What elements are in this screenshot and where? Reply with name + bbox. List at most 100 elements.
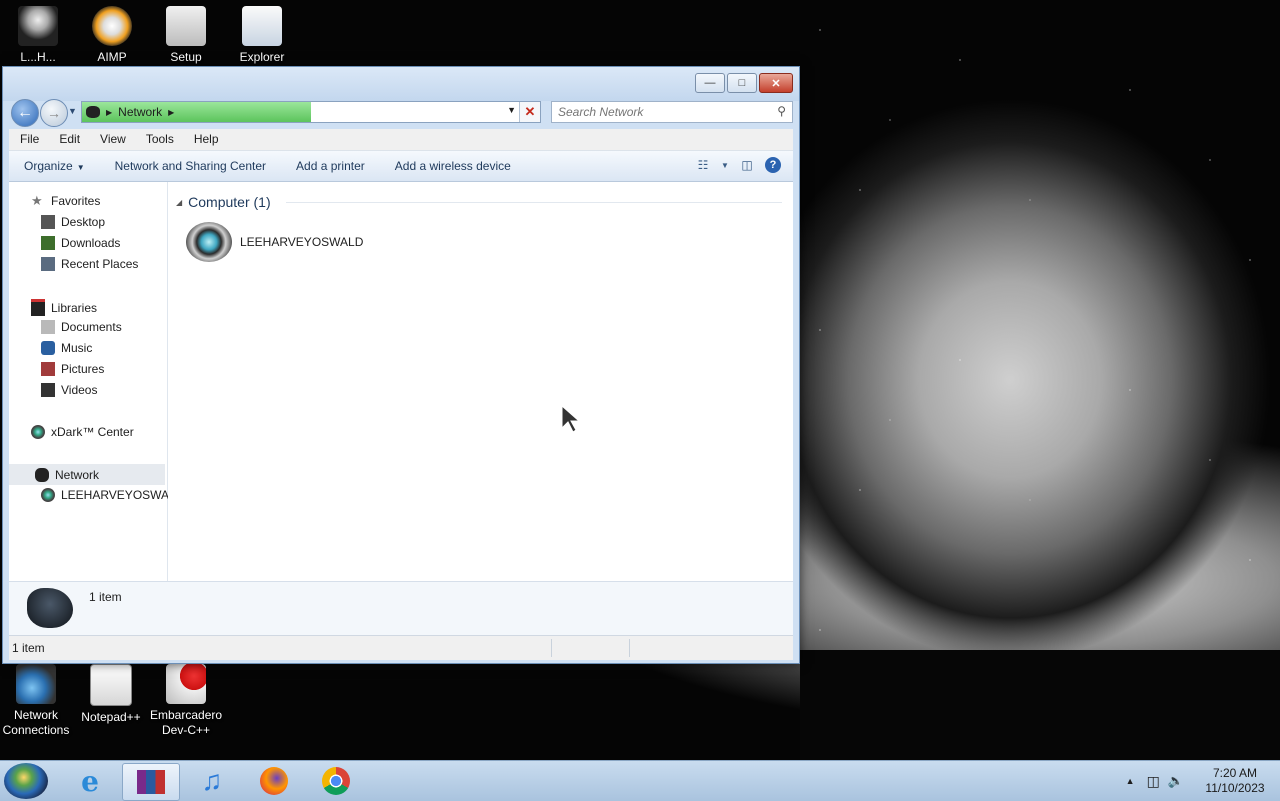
computer-name: LEEHARVEYOSWALD (240, 235, 364, 249)
add-wireless-device-button[interactable]: Add a wireless device (380, 159, 526, 173)
recent-places-icon (41, 257, 55, 271)
nav-libraries[interactable]: Libraries (31, 299, 97, 316)
desktop-folder-icon (41, 215, 55, 229)
winrar-icon (137, 770, 165, 794)
menu-help[interactable]: Help (183, 129, 228, 150)
computer-icon (41, 488, 55, 502)
help-icon[interactable]: ? (765, 157, 781, 173)
status-item-count: 1 item (12, 641, 45, 655)
forward-button[interactable]: → (40, 99, 68, 127)
group-header[interactable]: ◢ Computer (1) (176, 194, 271, 210)
network-icon (35, 467, 49, 482)
desktop-icon-explorer[interactable]: Explorer (226, 6, 298, 65)
organize-button[interactable]: Organize ▼ (9, 159, 100, 173)
back-button[interactable]: ← (11, 99, 39, 127)
search-icon[interactable]: ⚲ (777, 104, 786, 118)
navigation-pane: ★ Favorites Desktop Downloads Recent Pla… (9, 182, 184, 581)
desktop-icon-aimp[interactable]: AIMP (76, 6, 148, 65)
breadcrumb-chevron-icon[interactable]: ▶ (168, 108, 174, 117)
desktop-icon-setup[interactable]: Setup (150, 6, 222, 65)
star-icon: ★ (31, 193, 43, 208)
menu-tools[interactable]: Tools (135, 129, 183, 150)
add-printer-button[interactable]: Add a printer (281, 159, 380, 173)
devcpp-icon (166, 664, 206, 704)
menu-edit[interactable]: Edit (48, 129, 89, 150)
volume-muted-icon[interactable]: 🔈 (1168, 773, 1184, 789)
network-status-icon[interactable]: ◫ (1147, 773, 1160, 790)
horizon-ground (800, 650, 1280, 760)
start-button[interactable] (4, 763, 48, 799)
taskbar-winrar[interactable] (122, 763, 180, 801)
title-bar[interactable]: — □ ✕ (3, 67, 799, 101)
address-bar[interactable]: ▶ Network ▶ ▼ ✕ (81, 101, 541, 123)
clock[interactable]: 7:20 AM 11/10/2023 (1190, 766, 1280, 796)
taskbar-firefox[interactable] (246, 763, 302, 799)
stop-loading-button[interactable]: ✕ (519, 102, 540, 122)
internet-explorer-icon: e (81, 764, 99, 798)
taskbar-chrome[interactable] (308, 763, 364, 799)
nav-pictures[interactable]: Pictures (41, 362, 104, 376)
content-pane[interactable]: ◢ Computer (1) LEEHARVEYOSWALD (168, 182, 793, 581)
nav-desktop[interactable]: Desktop (41, 215, 105, 229)
breadcrumb-separator-icon[interactable]: ▶ (106, 108, 112, 117)
libraries-icon (31, 299, 45, 316)
back-arrow-icon: ← (17, 104, 33, 121)
change-view-icon[interactable]: ☷ (695, 157, 711, 173)
menu-file[interactable]: File (9, 129, 48, 150)
recent-pages-dropdown[interactable]: ▼ (68, 106, 77, 116)
breadcrumb-network[interactable]: Network (118, 105, 162, 119)
desktop-icon-network-connections[interactable]: Network Connections (0, 664, 72, 738)
notepadpp-icon (90, 664, 132, 706)
network-computer-item[interactable]: LEEHARVEYOSWALD (186, 222, 363, 262)
pictures-icon (41, 362, 55, 376)
firefox-icon (260, 767, 288, 795)
network-sharing-center-button[interactable]: Network and Sharing Center (100, 159, 281, 173)
aimp-icon (92, 6, 132, 46)
address-history-dropdown[interactable]: ▼ (507, 105, 516, 115)
search-input[interactable] (552, 102, 765, 122)
status-bar: 1 item (9, 635, 793, 660)
nav-network-computer[interactable]: LEEHARVEYOSWALD (41, 488, 184, 502)
maximize-button[interactable]: □ (727, 73, 757, 93)
nav-network[interactable]: Network (9, 464, 165, 485)
documents-icon (41, 320, 55, 334)
computer-icon (186, 222, 232, 262)
details-item-count: 1 item (89, 590, 122, 604)
navigation-bar: ← → ▼ ▶ Network ▶ ▼ ✕ ⚲ (9, 98, 793, 127)
nav-favorites[interactable]: ★ Favorites (31, 193, 100, 209)
taskbar-itunes[interactable]: ♫ (184, 763, 240, 799)
clock-date: 11/10/2023 (1205, 781, 1265, 795)
stop-icon: ✕ (524, 104, 536, 119)
nav-recent-places[interactable]: Recent Places (41, 257, 138, 271)
group-divider (286, 202, 782, 203)
nav-music[interactable]: Music (41, 341, 92, 355)
desktop-icon-user[interactable]: L...H... (2, 6, 74, 65)
collapse-triangle-icon[interactable]: ◢ (176, 198, 182, 207)
nav-downloads[interactable]: Downloads (41, 236, 120, 250)
minimize-button[interactable]: — (695, 73, 725, 93)
status-separator (551, 639, 552, 657)
nav-xdark-center[interactable]: xDark™ Center (31, 425, 134, 439)
chevron-down-icon: ▼ (76, 163, 85, 172)
nav-videos[interactable]: Videos (41, 383, 97, 397)
network-connections-icon (16, 664, 56, 704)
show-hidden-icons-button[interactable]: ▲ (1126, 776, 1135, 786)
desktop-icon-notepadpp[interactable]: Notepad++ (75, 664, 147, 725)
view-options-dropdown-icon[interactable]: ▼ (721, 157, 729, 173)
network-location-icon (86, 106, 100, 118)
close-button[interactable]: ✕ (759, 73, 793, 93)
taskbar-internet-explorer[interactable]: e (62, 763, 118, 799)
search-box[interactable]: ⚲ (551, 101, 793, 123)
minimize-icon: — (704, 77, 716, 89)
nav-documents[interactable]: Documents (41, 320, 122, 334)
desktop-icon-devcpp[interactable]: Embarcadero Dev-C++ (150, 664, 222, 738)
network-folder-icon (27, 588, 73, 628)
downloads-icon (41, 236, 55, 250)
starfield (800, 0, 1280, 760)
system-tray: ▲ ◫ 🔈 7:20 AM 11/10/2023 (1126, 761, 1280, 801)
explorer-window: — □ ✕ ← → ▼ ▶ Network ▶ ▼ ✕ ⚲ File Edit … (2, 66, 800, 664)
close-icon: ✕ (771, 77, 781, 90)
user-folder-icon (18, 6, 58, 46)
menu-view[interactable]: View (89, 129, 135, 150)
preview-pane-icon[interactable]: ◫ (739, 157, 755, 173)
